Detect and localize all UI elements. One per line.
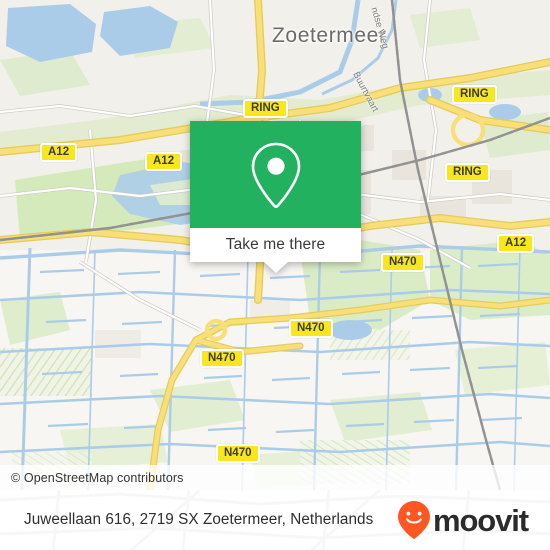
location-popup-card[interactable]: Take me there: [190, 121, 361, 273]
road-shield-n470-1[interactable]: N470: [381, 253, 425, 272]
attribution-text: © OpenStreetMap contributors: [11, 470, 184, 485]
footer-bar: Juweellaan 616, 2719 SX Zoetermeer, Neth…: [0, 490, 550, 550]
road-shield-ring-2[interactable]: RING: [452, 85, 497, 104]
moovit-map-page: Zoetermeer Buurtvaart ndse Weg RING RING…: [0, 0, 550, 550]
road-shield-a12-1[interactable]: A12: [40, 143, 78, 162]
road-shield-ring-3[interactable]: RING: [445, 163, 490, 182]
moovit-wordmark: moovit: [432, 502, 529, 538]
address-text: Juweellaan 616, 2719 SX Zoetermeer, Neth…: [24, 511, 374, 528]
city-label: Zoetermeer: [272, 24, 387, 47]
moovit-logo[interactable]: moovit: [397, 500, 529, 540]
road-shield-n470-2[interactable]: N470: [289, 319, 333, 338]
take-me-there-button[interactable]: Take me there: [190, 228, 361, 262]
road-shield-a12-3[interactable]: A12: [497, 234, 535, 253]
road-shield-n470-4[interactable]: N470: [216, 444, 260, 463]
road-shield-a12-2[interactable]: A12: [145, 152, 183, 171]
map-attribution: © OpenStreetMap contributors: [0, 465, 550, 490]
map-pin-icon: [251, 142, 300, 208]
road-shield-ring-1[interactable]: RING: [243, 99, 288, 118]
popup-header: [190, 121, 361, 228]
road-shield-n470-3[interactable]: N470: [200, 349, 244, 368]
popup-pointer: [263, 262, 288, 273]
moovit-pin-smiley-icon: [397, 501, 430, 539]
map-canvas[interactable]: Zoetermeer Buurtvaart ndse Weg RING RING…: [0, 0, 550, 490]
